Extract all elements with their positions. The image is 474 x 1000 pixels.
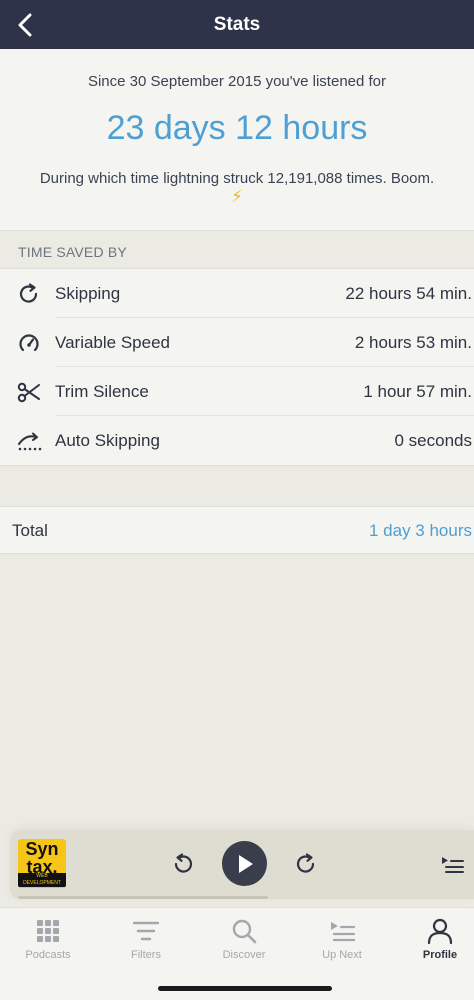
- section-title: TIME SAVED BY: [18, 244, 127, 260]
- tab-filters[interactable]: Filters: [99, 908, 193, 978]
- filters-icon: [99, 918, 193, 944]
- item-label: Auto Skipping: [55, 431, 160, 450]
- tab-label: Discover: [222, 949, 266, 961]
- artwork-text-line1: Syn: [25, 839, 59, 859]
- play-icon: [238, 854, 253, 873]
- skip-back-button[interactable]: [169, 850, 197, 878]
- skip-forward-icon: [296, 853, 315, 873]
- grid-icon: [1, 918, 95, 944]
- tab-label: Filters: [131, 949, 161, 961]
- item-label: Variable Speed: [55, 333, 170, 352]
- tab-discover[interactable]: Discover: [197, 908, 291, 978]
- listening-summary: Since 30 September 2015 you've listened …: [0, 49, 474, 230]
- up-next-icon: [295, 918, 389, 944]
- mini-player[interactable]: Syn tax. WEB DEVELOPMENT: [10, 830, 474, 899]
- home-indicator: [158, 986, 332, 991]
- item-value: 2 hours 53 min.: [354, 333, 472, 352]
- play-button[interactable]: [222, 841, 267, 886]
- tab-label: Up Next: [322, 949, 362, 961]
- up-next-button[interactable]: [438, 851, 466, 877]
- page-title: Stats: [213, 14, 261, 35]
- total-label: Total: [12, 521, 48, 540]
- list-item-trim-silence[interactable]: Trim Silence 1 hour 57 min.: [0, 367, 474, 416]
- search-icon: [197, 918, 291, 944]
- item-label: Trim Silence: [55, 382, 149, 401]
- item-value: 22 hours 54 min.: [345, 284, 472, 303]
- list-item-auto-skipping[interactable]: Auto Skipping 0 seconds: [0, 416, 474, 465]
- list-item-variable-speed[interactable]: Variable Speed 2 hours 53 min.: [0, 318, 474, 367]
- skip-forward-button[interactable]: [292, 850, 320, 878]
- skip-icon: [16, 281, 42, 307]
- item-label: Skipping: [55, 284, 121, 303]
- speed-gauge-icon: [16, 330, 42, 356]
- total-row: Total 1 day 3 hours: [0, 506, 474, 554]
- tab-up-next[interactable]: Up Next: [295, 908, 389, 978]
- time-saved-list: Skipping 22 hours 54 min. Variable Speed…: [0, 269, 474, 466]
- since-text: Since 30 September 2015 you've listened …: [87, 73, 387, 90]
- profile-icon: [393, 918, 474, 944]
- item-value: 1 hour 57 min.: [363, 382, 472, 401]
- item-value: 0 seconds: [394, 431, 473, 450]
- lightning-icon: ⚡: [231, 187, 243, 206]
- tab-podcasts[interactable]: Podcasts: [1, 908, 95, 978]
- tab-profile[interactable]: Profile: [393, 908, 474, 978]
- total-listened: 23 days 12 hours: [106, 109, 368, 147]
- podcast-artwork[interactable]: Syn tax. WEB DEVELOPMENT: [18, 839, 66, 888]
- playback-progress: [18, 896, 268, 899]
- scissors-icon: [16, 379, 42, 405]
- time-saved-header: TIME SAVED BY: [0, 230, 474, 269]
- fun-fact: During which time lightning struck 12,19…: [39, 170, 435, 187]
- artwork-text-line3: WEB DEVELOPMENT: [18, 873, 66, 887]
- skip-back-icon: [174, 853, 193, 873]
- total-value: 1 day 3 hours: [368, 521, 472, 540]
- top-bar: Stats: [0, 0, 474, 49]
- list-item-skipping[interactable]: Skipping 22 hours 54 min.: [0, 269, 474, 318]
- up-next-icon: [442, 857, 464, 873]
- tab-label: Podcasts: [25, 949, 71, 961]
- tab-label: Profile: [422, 949, 458, 961]
- auto-skip-icon: [16, 428, 42, 454]
